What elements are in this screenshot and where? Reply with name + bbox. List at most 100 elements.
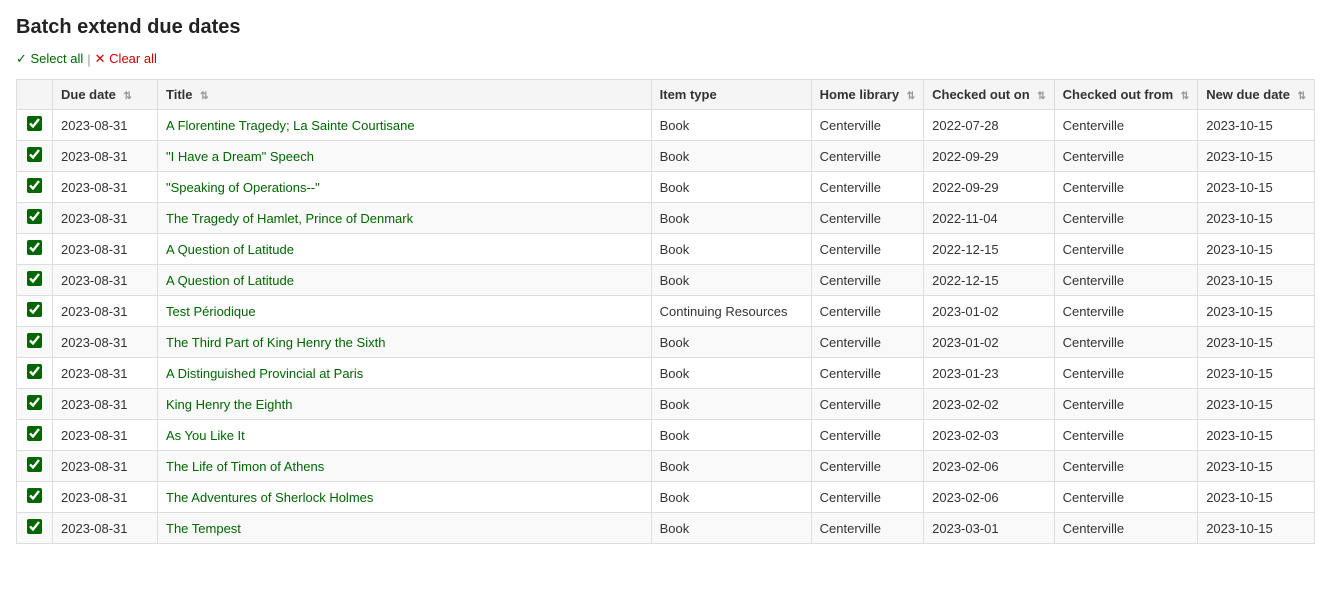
row-checked-out-from: Centerville <box>1054 513 1198 544</box>
table-body: 2023-08-31 A Florentine Tragedy; La Saint… <box>17 110 1315 544</box>
row-item-type: Continuing Resources <box>651 296 811 327</box>
row-title[interactable]: The Tragedy of Hamlet, Prince of Denmark <box>158 203 652 234</box>
row-title[interactable]: A Distinguished Provincial at Paris <box>158 358 652 389</box>
row-item-type: Book <box>651 172 811 203</box>
row-title[interactable]: As You Like It <box>158 420 652 451</box>
row-item-type: Book <box>651 482 811 513</box>
row-checkbox[interactable] <box>27 426 42 441</box>
row-checkbox[interactable] <box>27 209 42 224</box>
row-new-due-date: 2023-10-15 <box>1198 172 1315 203</box>
row-title[interactable]: The Tempest <box>158 513 652 544</box>
row-checkbox[interactable] <box>27 271 42 286</box>
title-link[interactable]: "Speaking of Operations--" <box>166 180 320 195</box>
row-item-type: Book <box>651 451 811 482</box>
row-title[interactable]: King Henry the Eighth <box>158 389 652 420</box>
row-checkbox[interactable] <box>27 116 42 131</box>
row-checkbox[interactable] <box>27 178 42 193</box>
row-due-date: 2023-08-31 <box>53 265 158 296</box>
select-all-button[interactable]: Select all <box>16 51 83 67</box>
row-checked-out-on: 2022-09-29 <box>924 172 1055 203</box>
table-row: 2023-08-31 A Florentine Tragedy; La Saint… <box>17 110 1315 141</box>
row-checked-out-from: Centerville <box>1054 358 1198 389</box>
row-checked-out-on: 2023-03-01 <box>924 513 1055 544</box>
row-title[interactable]: A Florentine Tragedy; La Sainte Courtisa… <box>158 110 652 141</box>
title-link[interactable]: Test Périodique <box>166 304 256 319</box>
row-checked-out-on: 2023-01-23 <box>924 358 1055 389</box>
row-title[interactable]: The Adventures of Sherlock Holmes <box>158 482 652 513</box>
title-link[interactable]: A Question of Latitude <box>166 242 294 257</box>
title-link[interactable]: The Life of Timon of Athens <box>166 459 324 474</box>
row-checked-out-on: 2023-01-02 <box>924 327 1055 358</box>
row-title[interactable]: The Life of Timon of Athens <box>158 451 652 482</box>
row-new-due-date: 2023-10-15 <box>1198 327 1315 358</box>
row-title[interactable]: Test Périodique <box>158 296 652 327</box>
table-row: 2023-08-31 The Third Part of King Henry t… <box>17 327 1315 358</box>
table-row: 2023-08-31"I Have a Dream" SpeechBookCen… <box>17 141 1315 172</box>
table-row: 2023-08-31A Distinguished Provincial at … <box>17 358 1315 389</box>
title-link[interactable]: King Henry the Eighth <box>166 397 292 412</box>
row-due-date: 2023-08-31 <box>53 327 158 358</box>
row-checked-out-on: 2023-02-06 <box>924 482 1055 513</box>
batch-table: Due date ⇅ Title ⇅ Item type Home librar… <box>16 79 1315 544</box>
row-checked-out-on: 2023-02-03 <box>924 420 1055 451</box>
table-row: 2023-08-31The TempestBookCenterville2023… <box>17 513 1315 544</box>
row-new-due-date: 2023-10-15 <box>1198 203 1315 234</box>
row-home-library: Centerville <box>811 265 924 296</box>
title-link[interactable]: As You Like It <box>166 428 245 443</box>
row-checked-out-from: Centerville <box>1054 141 1198 172</box>
title-link[interactable]: The Third Part of King Henry the Sixth <box>166 335 385 350</box>
row-title[interactable]: "Speaking of Operations--" <box>158 172 652 203</box>
row-home-library: Centerville <box>811 482 924 513</box>
table-row: 2023-08-31A Question of LatitudeBookCent… <box>17 265 1315 296</box>
col-header-title[interactable]: Title ⇅ <box>158 80 652 110</box>
title-link[interactable]: A Question of Latitude <box>166 273 294 288</box>
row-due-date: 2023-08-31 <box>53 110 158 141</box>
row-title[interactable]: A Question of Latitude <box>158 265 652 296</box>
row-item-type: Book <box>651 234 811 265</box>
row-checkbox[interactable] <box>27 240 42 255</box>
row-checked-out-on: 2023-02-02 <box>924 389 1055 420</box>
row-checkbox[interactable] <box>27 519 42 534</box>
sort-icon-due: ⇅ <box>124 91 132 102</box>
row-checkbox[interactable] <box>27 302 42 317</box>
title-link[interactable]: A Distinguished Provincial at Paris <box>166 366 363 381</box>
col-header-item-type[interactable]: Item type <box>651 80 811 110</box>
col-header-due-date[interactable]: Due date ⇅ <box>53 80 158 110</box>
row-checkbox[interactable] <box>27 147 42 162</box>
row-title[interactable]: The Third Part of King Henry the Sixth <box>158 327 652 358</box>
title-link[interactable]: A Florentine Tragedy; La Sainte Courtisa… <box>166 118 415 133</box>
row-checkbox[interactable] <box>27 488 42 503</box>
row-checked-out-from: Centerville <box>1054 234 1198 265</box>
row-checkbox[interactable] <box>27 395 42 410</box>
title-link[interactable]: The Tempest <box>166 521 241 536</box>
table-row: 2023-08-31The Adventures of Sherlock Hol… <box>17 482 1315 513</box>
row-checkbox[interactable] <box>27 364 42 379</box>
col-header-checked-out-from[interactable]: Checked out from ⇅ <box>1054 80 1198 110</box>
clear-all-button[interactable]: Clear all <box>95 51 157 67</box>
row-item-type: Book <box>651 327 811 358</box>
col-header-checked-out-on[interactable]: Checked out on ⇅ <box>924 80 1055 110</box>
row-checked-out-on: 2022-09-29 <box>924 141 1055 172</box>
row-home-library: Centerville <box>811 513 924 544</box>
row-checkbox[interactable] <box>27 333 42 348</box>
row-home-library: Centerville <box>811 451 924 482</box>
row-checkbox[interactable] <box>27 457 42 472</box>
row-home-library: Centerville <box>811 141 924 172</box>
row-due-date: 2023-08-31 <box>53 172 158 203</box>
title-link[interactable]: The Adventures of Sherlock Holmes <box>166 490 373 505</box>
row-item-type: Book <box>651 110 811 141</box>
title-link[interactable]: The Tragedy of Hamlet, Prince of Denmark <box>166 211 413 226</box>
row-checked-out-from: Centerville <box>1054 203 1198 234</box>
row-new-due-date: 2023-10-15 <box>1198 358 1315 389</box>
row-due-date: 2023-08-31 <box>53 513 158 544</box>
table-row: 2023-08-31The Tragedy of Hamlet, Prince … <box>17 203 1315 234</box>
row-title[interactable]: A Question of Latitude <box>158 234 652 265</box>
row-title[interactable]: "I Have a Dream" Speech <box>158 141 652 172</box>
row-checked-out-from: Centerville <box>1054 110 1198 141</box>
col-header-home-library[interactable]: Home library ⇅ <box>811 80 924 110</box>
title-link[interactable]: "I Have a Dream" Speech <box>166 149 314 164</box>
row-home-library: Centerville <box>811 327 924 358</box>
row-home-library: Centerville <box>811 296 924 327</box>
col-header-new-due-date[interactable]: New due date ⇅ <box>1198 80 1315 110</box>
sort-icon-home: ⇅ <box>907 91 915 102</box>
